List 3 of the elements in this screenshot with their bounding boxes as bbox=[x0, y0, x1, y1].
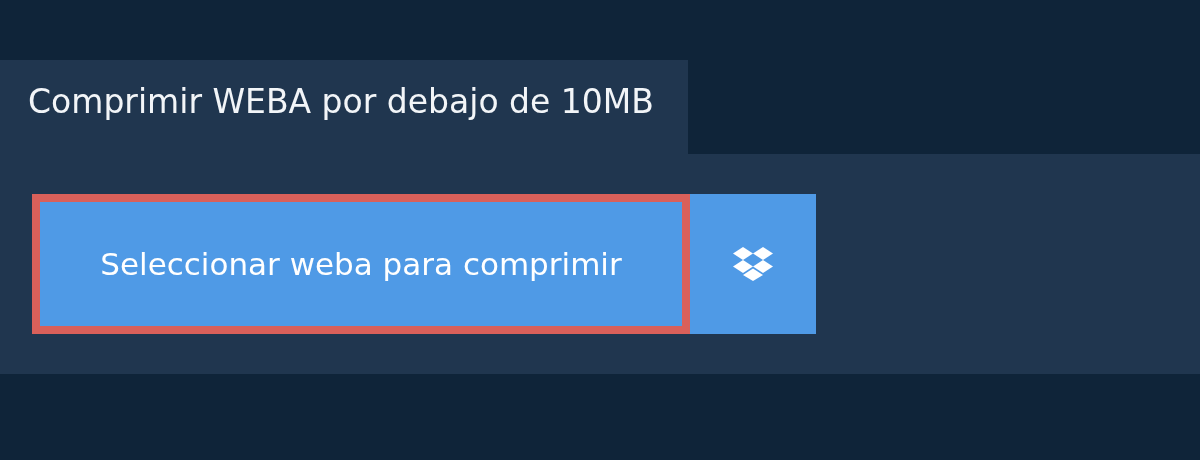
dropbox-button[interactable] bbox=[690, 194, 816, 334]
dropbox-icon bbox=[733, 247, 773, 281]
select-file-button[interactable]: Seleccionar weba para comprimir bbox=[32, 194, 690, 334]
